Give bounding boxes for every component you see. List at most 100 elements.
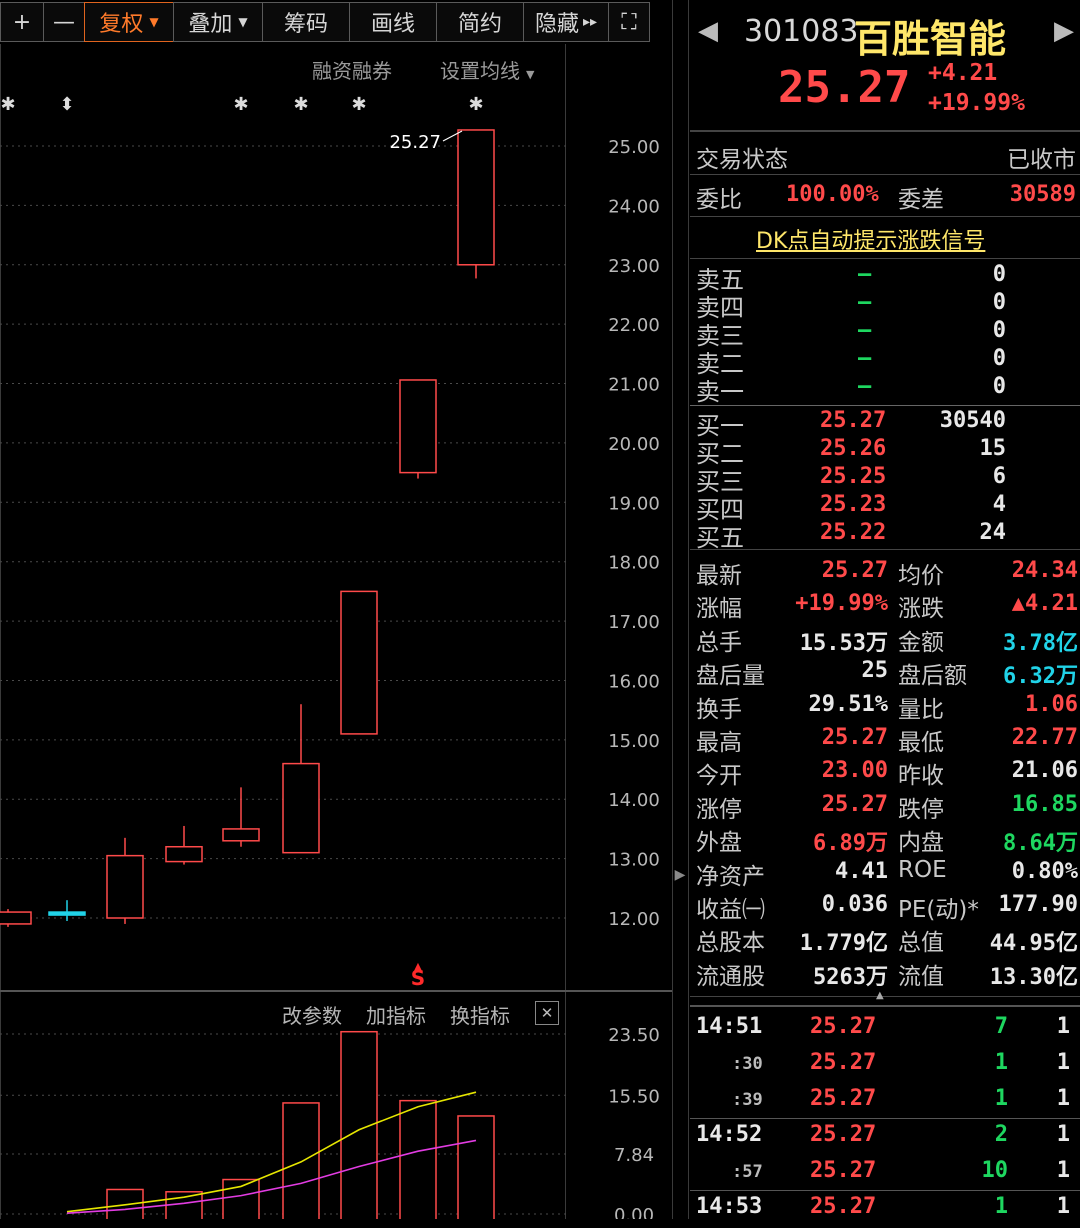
tick-volume: 7 — [994, 1014, 1008, 1039]
close-icon[interactable]: ✕ — [535, 1001, 559, 1025]
event-marker-icon[interactable]: ✱ — [351, 94, 366, 115]
stat-value: 25.27 — [821, 558, 888, 583]
tick-volume: 1 — [994, 1050, 1008, 1075]
stat-value: 0.80% — [1011, 858, 1078, 884]
candle[interactable] — [106, 837, 144, 924]
stat-label: 换手 — [696, 696, 742, 723]
ask-row[interactable]: 卖五 —0 — [690, 262, 1080, 294]
bid-volume: 15 — [979, 436, 1007, 461]
event-marker-icon[interactable]: ✱ — [293, 94, 308, 115]
ask-row[interactable]: 卖二 —0 — [690, 346, 1080, 378]
tick-row: :39 25.27 1 1 — [690, 1086, 1080, 1120]
volume-bar[interactable] — [282, 1102, 320, 1219]
stat-label: 内盘 — [898, 830, 944, 857]
y-tick-label: 19.00 — [608, 493, 660, 514]
stat-value: 23.00 — [821, 758, 888, 784]
bid-row[interactable]: 买四 25.23 4 — [690, 492, 1080, 524]
candle[interactable] — [282, 704, 320, 854]
stock-code: 301083 — [744, 14, 859, 49]
volume-bar[interactable] — [457, 1115, 495, 1219]
event-marker-icon[interactable]: ✱ — [0, 94, 15, 115]
ask-row[interactable]: 卖四 —0 — [690, 290, 1080, 322]
ask-row[interactable]: 卖一 — 0 — [690, 374, 1080, 406]
candle[interactable] — [0, 909, 32, 927]
y-tick-label: 20.00 — [608, 434, 660, 455]
stat-label: PE(动)* — [898, 897, 979, 923]
candle[interactable] — [222, 787, 260, 847]
tick-row: 14:52 25.27 2 1 — [690, 1122, 1080, 1156]
y-tick-label: 16.00 — [608, 671, 660, 692]
trade-status-value: 已收市 — [1007, 147, 1076, 173]
add-indicator-button[interactable]: 加指标 — [366, 1000, 426, 1029]
price-change: +4.21 — [928, 60, 998, 86]
event-marker-icon[interactable]: ✱ — [468, 94, 483, 115]
candle[interactable] — [399, 379, 437, 479]
stat-row: 流通股 5263万 流值 13.30亿 — [690, 957, 1080, 991]
stat-value: 5263万 — [813, 964, 888, 990]
volume-y-tick: 0.00 — [614, 1205, 654, 1219]
dk-signal-link[interactable]: DK点自动提示涨跌信号 — [756, 223, 985, 255]
tick-count: 1 — [1056, 1158, 1070, 1183]
ask-volume: 0 — [992, 290, 1006, 315]
y-tick-label: 25.00 — [608, 137, 660, 158]
y-tick-label: 13.00 — [608, 850, 660, 871]
stat-label: 净资产 — [696, 863, 765, 890]
event-marker-icon[interactable]: ✱ — [233, 94, 248, 115]
stat-value: 6.32万 — [1003, 664, 1078, 690]
candle[interactable] — [165, 825, 203, 865]
bid-row[interactable]: 买二 25.26 15 — [690, 436, 1080, 468]
expand-up-icon[interactable]: ▲ — [876, 990, 884, 1001]
stat-row: 换手 29.51% 量比 1.06 — [690, 690, 1080, 724]
tick-price: 25.27 — [810, 1122, 877, 1147]
stat-label: 最低 — [898, 730, 944, 756]
volume-bar[interactable] — [222, 1178, 260, 1219]
edit-params-button[interactable]: 改参数 — [282, 1000, 342, 1029]
volume-bar[interactable] — [165, 1191, 203, 1219]
bid-volume: 4 — [992, 492, 1006, 517]
prev-stock-icon[interactable]: ◀ — [698, 16, 718, 46]
tick-time: :30 — [732, 1054, 763, 1074]
stat-value: 22.77 — [1011, 725, 1078, 750]
tick-count: 1 — [1056, 1122, 1070, 1147]
bid-price: 25.26 — [820, 436, 887, 461]
switch-indicator-button[interactable]: 换指标 — [450, 1000, 510, 1029]
ask-volume: 0 — [992, 262, 1006, 287]
signal-arrow-icon: ▲ — [414, 960, 423, 973]
panel-collapse-handle[interactable]: ▶ — [673, 855, 687, 895]
bid-row[interactable]: 买三 25.25 6 — [690, 464, 1080, 496]
stat-value: 24.34 — [1011, 558, 1078, 583]
stat-label: 涨幅 — [696, 596, 742, 623]
candle[interactable] — [457, 129, 495, 279]
volume-bar[interactable] — [399, 1099, 437, 1219]
stat-label: 流通股 — [696, 963, 765, 990]
stat-label: 跌停 — [898, 796, 944, 823]
stat-label: 量比 — [898, 696, 944, 723]
ask-price: — — [858, 318, 872, 343]
y-tick-label: 15.00 — [608, 731, 660, 752]
event-marker-icon[interactable]: ⬍ — [59, 94, 74, 115]
stat-label: 均价 — [898, 563, 944, 589]
candle[interactable] — [340, 590, 378, 735]
stat-row: 最新 25.27 均价 24.34 — [690, 556, 1080, 590]
tick-volume: 2 — [994, 1122, 1008, 1147]
y-tick-label: 21.00 — [608, 375, 660, 396]
next-stock-icon[interactable]: ▶ — [1054, 16, 1074, 46]
stat-value: 21.06 — [1011, 758, 1078, 784]
stat-value: 29.51% — [808, 691, 888, 717]
bid-row[interactable]: 买一 25.27 30540 — [690, 408, 1080, 440]
y-tick-label: 14.00 — [608, 790, 660, 811]
ask-row[interactable]: 卖三 —0 — [690, 318, 1080, 350]
stat-value: 177.90 — [998, 892, 1078, 917]
tick-row: :30 25.27 1 1 — [690, 1050, 1080, 1084]
stat-value: 4.41 — [835, 858, 888, 884]
last-price-label: 25.27 — [389, 132, 441, 153]
bid-row[interactable]: 买五 25.22 24 — [690, 520, 1080, 552]
stat-value: 25.27 — [821, 791, 888, 817]
y-tick-label: 24.00 — [608, 196, 660, 217]
stat-row: 涨停 25.27 跌停 16.85 — [690, 790, 1080, 824]
weicha-value: 30589 — [1009, 182, 1076, 207]
tick-time: 14:52 — [696, 1122, 763, 1147]
stat-row: 最高 25.27 最低 22.77 — [690, 723, 1080, 757]
stat-value: 16.85 — [1011, 791, 1078, 817]
stat-label: 盘后量 — [696, 663, 765, 690]
